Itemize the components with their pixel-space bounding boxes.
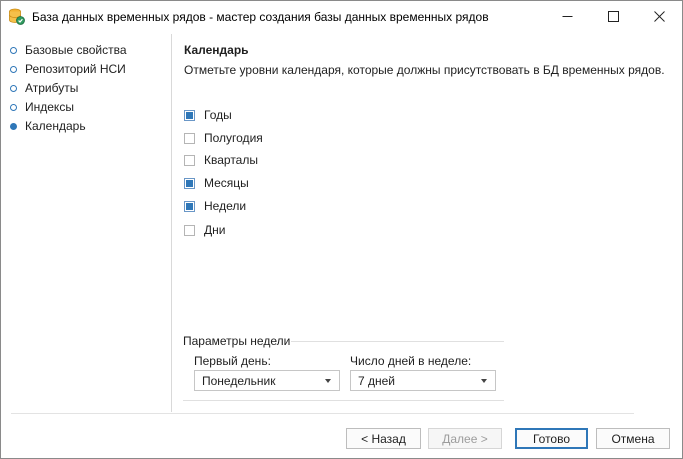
title-bar[interactable]: База данных временных рядов - мастер соз… (1, 1, 682, 32)
first-day-select[interactable]: Понедельник (194, 370, 340, 391)
minimize-button[interactable] (544, 1, 590, 32)
finish-button[interactable]: Готово (515, 428, 588, 449)
level-days[interactable]: Дни (184, 223, 225, 237)
first-day-value: Понедельник (202, 373, 276, 388)
wizard-window: База данных временных рядов - мастер соз… (0, 0, 683, 459)
step-label: Календарь (25, 119, 86, 133)
page-description: Отметьте уровни календаря, которые должн… (184, 63, 665, 77)
checkbox-label: Полугодия (204, 131, 263, 145)
step-marker-icon (10, 65, 17, 73)
group-divider (291, 341, 504, 342)
page-title: Календарь (184, 43, 249, 57)
step-marker-icon (10, 103, 17, 111)
level-weeks[interactable]: Недели (184, 199, 246, 213)
days-in-week-select[interactable]: 7 дней (350, 370, 496, 391)
close-button[interactable] (636, 1, 682, 32)
step-calendar[interactable]: Календарь (10, 118, 86, 134)
group-divider (183, 400, 504, 401)
step-attributes[interactable]: Атрибуты (10, 80, 78, 96)
maximize-button[interactable] (590, 1, 636, 32)
checkbox[interactable] (184, 132, 195, 144)
level-quarters[interactable]: Кварталы (184, 153, 258, 167)
checkbox-label: Месяцы (204, 176, 249, 190)
checkbox-label: Кварталы (204, 153, 258, 167)
level-years[interactable]: Годы (184, 108, 232, 122)
checkbox[interactable] (184, 200, 195, 212)
step-label: Репозиторий НСИ (25, 62, 126, 76)
checkbox[interactable] (184, 177, 195, 189)
level-months[interactable]: Месяцы (184, 176, 249, 190)
level-half-years[interactable]: Полугодия (184, 131, 263, 145)
step-marker-active-icon (10, 122, 17, 130)
step-label: Индексы (25, 100, 74, 114)
week-params-group-title: Параметры недели (183, 334, 291, 348)
days-in-week-value: 7 дней (358, 373, 396, 388)
checkbox-label: Дни (204, 223, 226, 237)
wizard-steps-sidebar: Базовые свойства Репозиторий НСИ Атрибут… (1, 34, 172, 412)
minimize-icon (562, 16, 572, 17)
footer-divider (11, 413, 634, 414)
chevron-down-icon (325, 379, 331, 383)
checkbox[interactable] (184, 154, 195, 166)
window-title: База данных временных рядов - мастер соз… (32, 10, 489, 24)
checkbox[interactable] (184, 224, 195, 236)
step-marker-icon (10, 46, 17, 54)
database-icon (9, 8, 25, 25)
step-label: Атрибуты (25, 81, 79, 95)
first-day-label: Первый день: (194, 354, 271, 368)
step-marker-icon (10, 84, 17, 92)
next-button[interactable]: Далее > (428, 428, 502, 449)
step-label: Базовые свойства (25, 43, 127, 57)
back-button[interactable]: < Назад (346, 428, 421, 449)
step-indexes[interactable]: Индексы (10, 99, 74, 115)
checkbox[interactable] (184, 109, 195, 121)
step-mdm-repository[interactable]: Репозиторий НСИ (10, 61, 126, 77)
maximize-icon (607, 11, 619, 22)
checkbox-label: Годы (204, 108, 232, 122)
step-basic-properties[interactable]: Базовые свойства (10, 42, 127, 58)
checkbox-label: Недели (204, 199, 247, 213)
chevron-down-icon (481, 379, 487, 383)
close-icon (653, 11, 665, 22)
cancel-button[interactable]: Отмена (596, 428, 670, 449)
days-in-week-label: Число дней в неделе: (350, 354, 472, 368)
